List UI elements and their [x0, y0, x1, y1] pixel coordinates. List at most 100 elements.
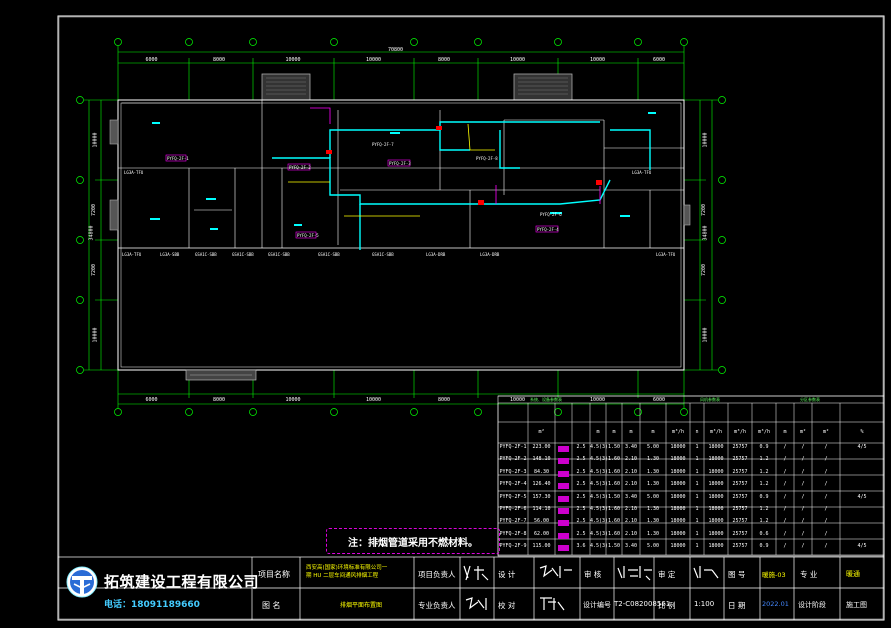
- schedule-cell-area: 115.00: [532, 543, 551, 550]
- schedule-system-swatch: [558, 508, 569, 514]
- schedule-cell-c: 1.30: [646, 468, 660, 475]
- schedule-cell-x: 2.5: [576, 530, 586, 537]
- right-total-dim: 34800: [702, 225, 709, 241]
- schedule-cell-q: 18000: [670, 456, 686, 463]
- bottom-dims-label: 10000: [510, 397, 526, 403]
- schedule-cell-s2: /: [801, 530, 805, 537]
- schedule-unit-header: m: [596, 429, 600, 435]
- room-labels-label: LG3A-TFU: [124, 170, 144, 175]
- schedule-cell-s2: /: [801, 518, 805, 525]
- schedule-unit-header: m: [612, 429, 616, 435]
- company-name: 拓筑建设工程有限公司: [104, 573, 260, 591]
- bottom-dims-label: 10000: [590, 397, 606, 403]
- schedule-cell-a: 1.50: [607, 493, 621, 500]
- schedule-cell-n: 1: [695, 530, 699, 537]
- schedule-cell-s3: /: [824, 444, 828, 450]
- top-dims-label: 6000: [653, 57, 666, 63]
- schedule-cell-a: 1.50: [607, 543, 621, 550]
- equipment-tags-label: PYFQ-2F-1: [167, 156, 189, 161]
- schedule-cell-area: 223.00: [532, 444, 551, 450]
- schedule-cell-s3: /: [824, 530, 828, 537]
- drawing-no-label: 图 号: [728, 570, 746, 579]
- schedule-unit-header: m: [651, 429, 655, 435]
- specialty-lead-label: 专业负责人: [418, 601, 456, 610]
- schedule-cell-r: 1.2: [759, 481, 769, 488]
- room-labels-label: LG3A-SBB: [160, 252, 180, 257]
- schedule-cell-b: 3.40: [624, 543, 638, 550]
- top-dimension-lines: [117, 46, 685, 100]
- design-label: 设 计: [498, 570, 516, 579]
- equipment-tags-label: PYFQ-2F-2: [289, 165, 311, 170]
- schedule-cell-a: 1.60: [607, 506, 621, 512]
- schedule-cell-p: 4/5: [857, 444, 867, 450]
- schedule-cell-b: 3.40: [624, 444, 638, 450]
- schedule-system-swatch: [558, 545, 569, 552]
- right-dims-label: 7200: [701, 203, 708, 217]
- specialty-label: 专 业: [800, 570, 818, 579]
- schedule-cell-id: PYFQ-2F-9: [499, 543, 527, 550]
- schedule-cell-n: 1: [695, 518, 699, 525]
- schedule-cell-id: PYFQ-2F-1: [499, 444, 527, 450]
- schedule-cell-s3: /: [824, 456, 828, 463]
- schedule-cell-n: 1: [695, 493, 699, 500]
- schedule-system-swatch: [558, 532, 569, 539]
- schedule-cell-area: 126.40: [532, 481, 551, 488]
- schedule-unit-header: m²: [822, 429, 830, 435]
- schedule-cell-p: 4/5: [857, 493, 867, 500]
- schedule-cell-h: 4.5(3): [590, 543, 609, 550]
- drawing-name-label: 图 名: [262, 601, 281, 610]
- schedule-cell-q1: 18000: [708, 481, 724, 488]
- schedule-cell-area: 56.00: [533, 518, 550, 525]
- overall-width-dim: 70800: [388, 47, 404, 53]
- room-labels-label: GSA1C-SBB: [372, 252, 394, 257]
- equipment-tags-label: PYFQ-2F-7: [372, 142, 394, 147]
- schedule-cell-s3: /: [824, 543, 828, 550]
- schedule-cell-s1: /: [783, 468, 787, 475]
- side-dimension-lines: [84, 99, 718, 371]
- schedule-cell-s3: /: [824, 518, 828, 525]
- project-name-line2: 期 HU 二层车间通风排烟工程: [306, 573, 379, 579]
- schedule-cell-id: PYFQ-2F-4: [499, 481, 527, 488]
- schedule-cell-x: 2.5: [576, 518, 586, 525]
- schedule-cell-h: 4.5(3): [590, 518, 609, 525]
- design-stage-label: 设计阶段: [798, 601, 826, 609]
- schedule-unit-header: m²: [538, 429, 545, 435]
- schedule-unit-header: m³/h: [757, 429, 771, 435]
- building-walls: [117, 99, 685, 371]
- equipment-tags-label: PYFQ-2F-6: [540, 212, 562, 217]
- schedule-cell-s3: /: [824, 493, 828, 500]
- equipment-tags-label: PYFQ-2F-4: [537, 227, 559, 232]
- schedule-cell-q2: 25757: [732, 468, 748, 475]
- schedule-cell-q: 18000: [670, 493, 686, 500]
- room-labels-label: GSA1C-SBB: [318, 252, 340, 257]
- fire-dampers: [326, 126, 602, 205]
- schedule-cell-q2: 25757: [732, 518, 748, 525]
- schedule-cell-q2: 25757: [732, 456, 748, 463]
- check-label: 审 核: [584, 570, 602, 579]
- material-note: 注：排烟管道采用不燃材料。: [326, 528, 500, 554]
- room-labels-label: LG3A-TFU: [632, 170, 652, 175]
- schedule-cell-x: 2.5: [576, 456, 586, 463]
- scale-label: 比 例: [658, 601, 676, 610]
- room-labels-label: GSA1C-SBB: [195, 252, 217, 257]
- proofread-label: 校 对: [498, 601, 516, 610]
- schedule-cell-s3: /: [824, 481, 828, 488]
- schedule-cell-id: PYFQ-2F-7: [499, 518, 527, 525]
- top-dims-label: 10000: [590, 57, 606, 63]
- schedule-cell-b: 2.10: [624, 468, 638, 475]
- schedule-section-title: 系统、设备参数表: [530, 397, 562, 402]
- schedule-cell-q1: 18000: [708, 518, 724, 525]
- schedule-system-swatch: [558, 520, 569, 527]
- left-dims-label: 7200: [91, 263, 98, 277]
- room-labels-label: LG3A-DRB: [480, 252, 500, 257]
- schedule-cell-h: 4.5(3): [590, 506, 609, 512]
- schedule-cell-n: 1: [695, 506, 699, 512]
- schedule-cell-q2: 25757: [732, 493, 748, 500]
- schedule-cell-h: 4.5(3): [590, 481, 609, 488]
- schedule-cell-h: 4.5(3): [590, 468, 609, 475]
- schedule-cell-a: 1.50: [607, 444, 621, 450]
- equipment-tags-label: PYFQ-2F-8: [476, 156, 498, 161]
- schedule-cell-r: 1.2: [759, 456, 769, 463]
- bottom-dims-label: 6000: [145, 397, 158, 403]
- left-total-dim: 34800: [88, 225, 95, 241]
